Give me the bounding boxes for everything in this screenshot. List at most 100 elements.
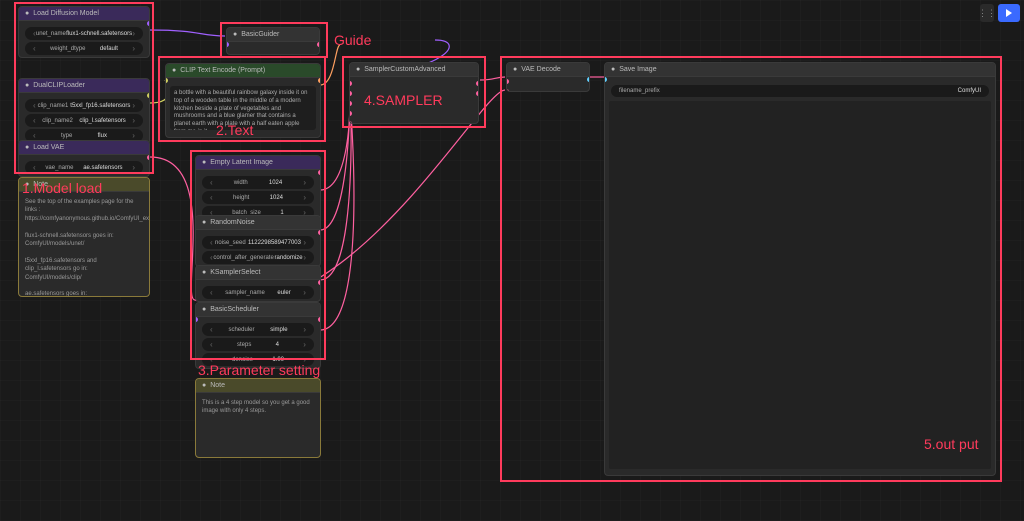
sampler-name-widget[interactable]: ‹ sampler_name euler › — [202, 286, 314, 299]
control-widget[interactable]: ‹ control_after_generate randomize › — [202, 251, 314, 264]
output-dot[interactable] — [318, 280, 321, 285]
dot-icon: ● — [202, 159, 206, 166]
widget-label: denoise — [232, 357, 253, 363]
node-header: ● VAE Decode — [507, 63, 589, 77]
node-save-image[interactable]: ● Save Image filename_prefix ComfyUI — [604, 62, 996, 476]
node-header: ● SamplerCustomAdvanced — [350, 63, 478, 77]
widget-value: 4 — [276, 342, 279, 348]
output-dot[interactable] — [318, 78, 321, 83]
widget-value: randomize — [275, 255, 303, 261]
chevron-right-icon: › — [303, 325, 306, 334]
input-dot-1[interactable] — [349, 81, 352, 86]
widget-label: weight_dtype — [50, 46, 85, 52]
chevron-left-icon: ‹ — [33, 44, 36, 53]
node-title: VAE Decode — [521, 66, 561, 73]
node-note-1[interactable]: ● Note See the top of the examples page … — [18, 177, 150, 297]
node-title: BasicGuider — [241, 31, 279, 38]
output-dot[interactable] — [147, 155, 150, 160]
output-dot-1[interactable] — [476, 81, 479, 86]
width-widget[interactable]: ‹ width 1024 › — [202, 176, 314, 189]
widget-value: clip_l.safetensors — [79, 118, 125, 124]
node-basic-guider[interactable]: ● BasicGuider — [226, 27, 320, 55]
chevron-left-icon: ‹ — [33, 116, 36, 125]
node-header: ● Load VAE — [19, 141, 149, 155]
node-header: ● DualCLIPLoader — [19, 79, 149, 93]
sidebar-toggle[interactable]: ⋮⋮ — [980, 4, 994, 22]
node-load-vae[interactable]: ● Load VAE ‹ vae_name ae.safetensors › — [18, 140, 150, 177]
node-empty-latent[interactable]: ● Empty Latent Image ‹ width 1024 › ‹ he… — [195, 155, 321, 222]
input-dot[interactable] — [604, 77, 607, 82]
widget-value: simple — [270, 327, 287, 333]
note-text: This is a 4 step model so you get a good… — [196, 393, 320, 422]
input-dot[interactable] — [165, 78, 168, 83]
widget-value: flux1-schnell.safetensors — [66, 31, 132, 37]
output-dot[interactable] — [587, 77, 590, 82]
node-random-noise[interactable]: ● RandomNoise ‹ noise_seed 1122298589477… — [195, 215, 321, 267]
input-dot-5[interactable] — [349, 121, 352, 124]
height-widget[interactable]: ‹ height 1024 › — [202, 191, 314, 204]
node-note-2[interactable]: ● Note This is a 4 step model so you get… — [195, 378, 321, 458]
output-dot[interactable] — [318, 317, 321, 322]
input-dot-vae[interactable] — [506, 89, 509, 92]
chevron-right-icon: › — [303, 340, 306, 349]
input-dot-samples[interactable] — [506, 79, 509, 84]
chevron-left-icon: ‹ — [210, 253, 213, 262]
node-vae-decode[interactable]: ● VAE Decode — [506, 62, 590, 92]
unet-name-widget[interactable]: ‹ unet_name flux1-schnell.safetensors › — [25, 27, 143, 40]
chevron-right-icon: › — [132, 131, 135, 140]
input-dot[interactable] — [195, 317, 198, 322]
input-dot-2[interactable] — [349, 91, 352, 96]
weight-dtype-widget[interactable]: ‹ weight_dtype default › — [25, 42, 143, 55]
node-ksampler-select[interactable]: ● KSamplerSelect ‹ sampler_name euler › — [195, 265, 321, 302]
input-dot-model[interactable] — [226, 42, 229, 47]
clip-name2-widget[interactable]: ‹ clip_name2 clip_l.safetensors › — [25, 114, 143, 127]
chevron-left-icon: ‹ — [210, 325, 213, 334]
node-title: BasicScheduler — [210, 306, 259, 313]
denoise-widget[interactable]: ‹ denoise 1.00 › — [202, 353, 314, 366]
widget-label: width — [234, 180, 248, 186]
input-dot-4[interactable] — [349, 111, 352, 116]
widget-label: type — [61, 133, 72, 139]
node-clip-text-encode[interactable]: ● CLIP Text Encode (Prompt) a bottle wit… — [165, 63, 321, 138]
output-dot[interactable] — [317, 42, 320, 47]
node-title: SamplerCustomAdvanced — [364, 66, 445, 73]
node-load-diffusion[interactable]: ● Load Diffusion Model ‹ unet_name flux1… — [18, 6, 150, 58]
node-sampler-custom[interactable]: ● SamplerCustomAdvanced — [349, 62, 479, 124]
output-dot[interactable] — [147, 93, 150, 98]
node-title: RandomNoise — [210, 219, 254, 226]
node-title: Load Diffusion Model — [33, 10, 99, 17]
output-dot-2[interactable] — [476, 91, 479, 96]
widget-value: 1.00 — [272, 357, 284, 363]
steps-widget[interactable]: ‹ steps 4 › — [202, 338, 314, 351]
widget-label: height — [233, 195, 249, 201]
node-title: Empty Latent Image — [210, 159, 273, 166]
vae-name-widget[interactable]: ‹ vae_name ae.safetensors › — [25, 161, 143, 174]
chevron-left-icon: ‹ — [210, 355, 213, 364]
output-dot[interactable] — [147, 21, 150, 26]
dot-icon: ● — [202, 269, 206, 276]
seed-widget[interactable]: ‹ noise_seed 1122298589477003 › — [202, 236, 314, 249]
output-dot[interactable] — [318, 230, 321, 235]
node-dual-clip[interactable]: ● DualCLIPLoader ‹ clip_name1 t5xxl_fp16… — [18, 78, 150, 145]
output-dot[interactable] — [318, 170, 321, 175]
queue-button[interactable] — [998, 4, 1020, 22]
widget-label: noise_seed — [215, 240, 246, 246]
chevron-right-icon: › — [303, 178, 306, 187]
filename-prefix-widget[interactable]: filename_prefix ComfyUI — [611, 85, 989, 97]
chevron-left-icon: ‹ — [33, 131, 36, 140]
node-header: ● BasicScheduler — [196, 303, 320, 317]
dot-icon: ● — [356, 66, 360, 73]
dot-icon: ● — [202, 306, 206, 313]
input-dot-3[interactable] — [349, 101, 352, 106]
chevron-right-icon: › — [303, 288, 306, 297]
node-header: ● Load Diffusion Model — [19, 7, 149, 21]
widget-label: clip_name2 — [42, 118, 73, 124]
image-preview — [609, 101, 991, 469]
node-basic-scheduler[interactable]: ● BasicScheduler ‹ scheduler simple › ‹ … — [195, 302, 321, 369]
clip-name1-widget[interactable]: ‹ clip_name1 t5xxl_fp16.safetensors › — [25, 99, 143, 112]
widget-label: filename_prefix — [619, 88, 660, 94]
dot-icon: ● — [25, 144, 29, 151]
prompt-textarea[interactable]: a bottle with a beautiful rainbow galaxy… — [170, 86, 316, 130]
widget-label: scheduler — [228, 327, 254, 333]
scheduler-widget[interactable]: ‹ scheduler simple › — [202, 323, 314, 336]
